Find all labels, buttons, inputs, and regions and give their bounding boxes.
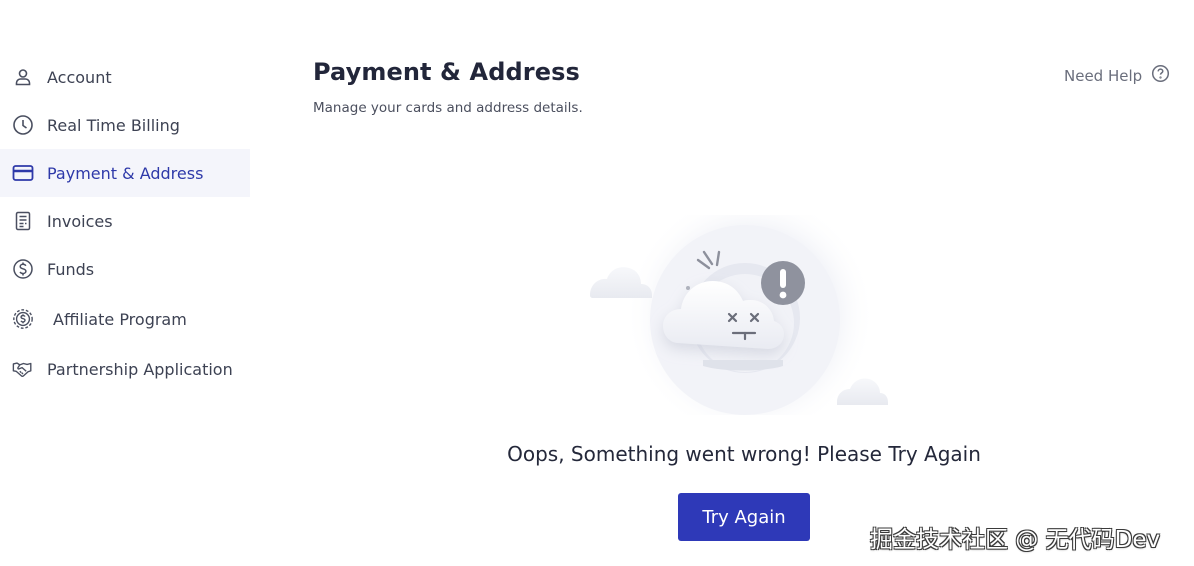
sidebar-nav: Account Real Time Billing Payment & Addr… bbox=[0, 53, 250, 393]
sidebar-item-payment-address[interactable]: Payment & Address bbox=[0, 149, 250, 197]
clock-icon bbox=[12, 114, 34, 136]
credit-card-icon bbox=[12, 162, 34, 184]
need-help-link[interactable]: Need Help bbox=[1064, 64, 1170, 87]
invoice-icon bbox=[12, 210, 34, 232]
sidebar-item-partnership-application[interactable]: Partnership Application bbox=[0, 345, 250, 393]
sidebar-item-label: Funds bbox=[47, 259, 95, 279]
sidebar-item-funds[interactable]: Funds bbox=[0, 245, 250, 293]
affiliate-dollar-icon bbox=[12, 308, 34, 330]
sidebar-item-affiliate-program[interactable]: Affiliate Program bbox=[0, 295, 250, 343]
page-title: Payment & Address bbox=[313, 58, 580, 86]
sidebar-item-account[interactable]: Account bbox=[0, 53, 250, 101]
try-again-button[interactable]: Try Again bbox=[678, 493, 810, 541]
sidebar-item-real-time-billing[interactable]: Real Time Billing bbox=[0, 101, 250, 149]
sidebar-item-invoices[interactable]: Invoices bbox=[0, 197, 250, 245]
sidebar-item-label: Payment & Address bbox=[47, 163, 204, 183]
sidebar-item-label: Invoices bbox=[47, 211, 113, 231]
watermark: 掘金技术社区 @ 无代码Dev bbox=[870, 527, 1161, 553]
error-message: Oops, Something went wrong! Please Try A… bbox=[507, 442, 981, 466]
handshake-icon bbox=[12, 358, 34, 380]
need-help-label: Need Help bbox=[1064, 66, 1143, 85]
question-circle-icon bbox=[1151, 64, 1170, 87]
sidebar-item-label: Real Time Billing bbox=[47, 115, 180, 135]
sidebar-item-label: Affiliate Program bbox=[53, 309, 187, 329]
dollar-circle-icon bbox=[12, 258, 34, 280]
sidebar-item-label: Partnership Application bbox=[47, 359, 233, 379]
error-illustration bbox=[585, 190, 905, 440]
user-icon bbox=[12, 66, 34, 88]
sidebar-item-label: Account bbox=[47, 67, 112, 87]
page-subtitle: Manage your cards and address details. bbox=[313, 100, 583, 116]
